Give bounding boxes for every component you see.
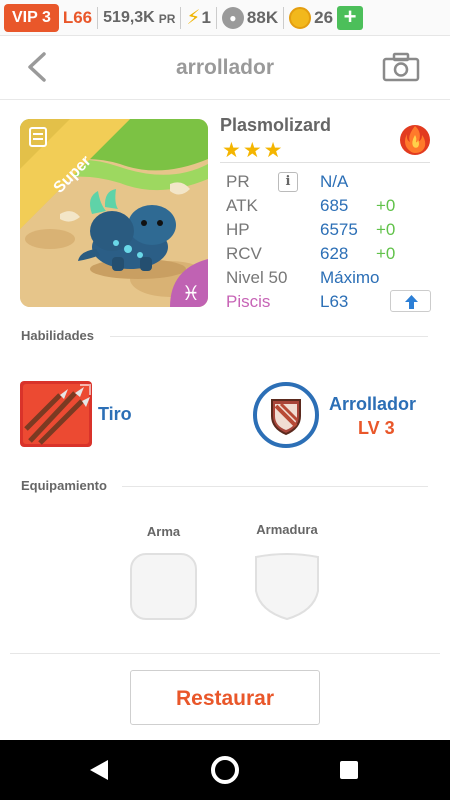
stat-bonus-rcv: +0 bbox=[376, 244, 396, 263]
skill-arrollador-level: LV 3 bbox=[358, 418, 395, 438]
fire-icon bbox=[400, 125, 430, 155]
coin-value: 26 bbox=[314, 7, 334, 27]
stat-row-level: Nivel 50 Máximo bbox=[226, 268, 436, 292]
divider bbox=[10, 653, 440, 654]
paw-icon: ● bbox=[221, 6, 244, 29]
player-pr-value: 519,3K bbox=[103, 8, 155, 26]
restore-button[interactable]: Restaurar bbox=[130, 670, 320, 725]
stat-label-sign: Piscis bbox=[226, 292, 271, 311]
stat-value-level: Máximo bbox=[320, 268, 380, 287]
stat-row-hp: HP 6575 +0 bbox=[226, 220, 436, 244]
add-currency-button[interactable]: + bbox=[337, 5, 364, 30]
skills-section-title: Habilidades bbox=[21, 328, 94, 343]
armor-slot[interactable] bbox=[254, 553, 320, 621]
upgrade-button[interactable] bbox=[390, 290, 431, 312]
energy-value: 1 bbox=[201, 7, 211, 27]
stat-value-sign: L63 bbox=[320, 292, 349, 311]
stat-label-atk: ATK bbox=[226, 196, 258, 215]
equipment-section-title: Equipamiento bbox=[21, 478, 107, 493]
stat-label-level: Nivel 50 bbox=[226, 268, 288, 287]
stat-value-pr: N/A bbox=[320, 172, 349, 191]
player-pr-unit: PR bbox=[158, 12, 176, 26]
stat-row-atk: ATK 685 +0 bbox=[226, 196, 436, 220]
page-header: arrollador bbox=[0, 36, 450, 100]
stat-label-hp: HP bbox=[226, 220, 250, 239]
skill-arrollador-icon[interactable] bbox=[253, 382, 319, 448]
top-status-bar: VIP 3 L66 519,3K PR ⚡ 1 ● 88K 26 + bbox=[0, 0, 450, 36]
stats-table: PR i N/A ATK 685 +0 HP 6575 +0 RCV 628 +… bbox=[226, 172, 436, 316]
paw-counter[interactable]: ● 88K bbox=[221, 6, 279, 29]
player-level: L66 bbox=[62, 7, 93, 27]
nav-recents-icon[interactable] bbox=[340, 761, 358, 779]
divider bbox=[110, 336, 428, 337]
divider bbox=[180, 6, 182, 29]
armor-label: Armadura bbox=[256, 522, 318, 537]
rarity-stars: ★★★ bbox=[222, 139, 285, 162]
svg-text:♓: ♓ bbox=[182, 281, 200, 305]
stat-value-hp: 6575 bbox=[320, 220, 358, 239]
monster-name: Plasmolizard bbox=[220, 115, 332, 135]
stat-row-pr: PR i N/A bbox=[226, 172, 436, 196]
energy-counter[interactable]: ⚡ 1 bbox=[186, 5, 211, 30]
stat-label-pr: PR bbox=[226, 172, 250, 191]
skill-tiro-icon[interactable] bbox=[20, 381, 92, 447]
coin-counter[interactable]: 26 bbox=[289, 6, 334, 29]
stat-value-atk: 685 bbox=[320, 196, 349, 215]
paw-value: 88K bbox=[246, 7, 279, 27]
stat-row-rcv: RCV 628 +0 bbox=[226, 244, 436, 268]
divider bbox=[215, 6, 217, 29]
monster-image: Super ♓ bbox=[20, 119, 208, 307]
stat-label-rcv: RCV bbox=[226, 244, 262, 263]
nav-home-icon[interactable] bbox=[211, 756, 239, 784]
stat-value-rcv: 628 bbox=[320, 244, 349, 263]
arrow-up-icon bbox=[405, 295, 418, 309]
divider bbox=[283, 6, 285, 29]
lightning-icon: ⚡ bbox=[186, 7, 201, 29]
skill-tiro-name[interactable]: Tiro bbox=[98, 404, 132, 425]
stat-bonus-atk: +0 bbox=[376, 196, 396, 215]
skill-arrollador-name[interactable]: Arrollador bbox=[329, 394, 416, 415]
info-icon[interactable]: i bbox=[278, 172, 298, 192]
stat-row-sign: Piscis L63 bbox=[226, 290, 436, 316]
camera-icon[interactable] bbox=[382, 52, 420, 82]
system-nav-bar bbox=[0, 740, 450, 800]
coin-icon bbox=[289, 6, 312, 29]
monster-portrait[interactable]: Super ♓ bbox=[20, 119, 208, 307]
divider bbox=[97, 6, 99, 29]
nav-back-icon[interactable] bbox=[88, 758, 110, 782]
vip-badge[interactable]: VIP 3 bbox=[4, 3, 59, 32]
stat-bonus-hp: +0 bbox=[376, 220, 396, 239]
weapon-label: Arma bbox=[146, 524, 181, 539]
divider bbox=[122, 486, 428, 487]
divider bbox=[220, 162, 430, 163]
weapon-slot[interactable] bbox=[130, 553, 197, 620]
